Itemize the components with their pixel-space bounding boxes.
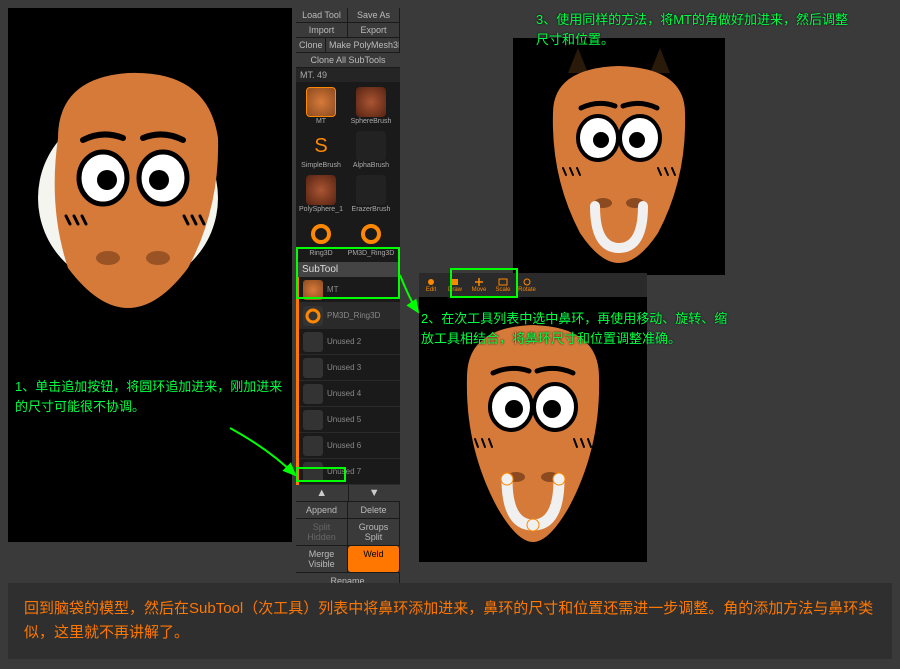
model-name-label: MT. 49 (296, 68, 400, 82)
clone-button[interactable]: Clone (296, 38, 326, 52)
tool-ring3d[interactable]: Ring3D (296, 216, 346, 260)
annotation-2: 2、在次工具列表中选中鼻环，再使用移动、旋转、缩放工具相结合，将鼻环尺寸和位置调… (421, 309, 731, 348)
split-hidden-button[interactable]: Split Hidden (296, 519, 348, 545)
main-viewport[interactable] (8, 8, 292, 542)
tool-erazerbrush[interactable]: ErazerBrush (346, 172, 396, 216)
rotate-mode-button[interactable]: Rotate (516, 275, 538, 295)
subtool-item[interactable]: Unused 7 (299, 459, 400, 485)
weld-button[interactable]: Weld (348, 546, 400, 572)
subtool-actions: ▲▼ AppendDelete Split HiddenGroups Split… (296, 485, 400, 590)
subtool-item[interactable]: Unused 2 (299, 329, 400, 355)
subtool-item[interactable]: Unused 6 (299, 433, 400, 459)
scale-mode-button[interactable]: Scale (492, 275, 514, 295)
tool-polysphere[interactable]: PolySphere_1 (296, 172, 346, 216)
groups-split-button[interactable]: Groups Split (348, 519, 400, 545)
tool-panel: Load ToolSave As ImportExport CloneMake … (296, 8, 400, 548)
export-button[interactable]: Export (348, 23, 400, 37)
load-tool-button[interactable]: Load Tool (296, 8, 348, 22)
gizmo-toolbar: Edit Draw Move Scale Rotate (419, 273, 647, 297)
merge-visible-button[interactable]: Merge Visible (296, 546, 348, 572)
tool-simplebrush[interactable]: SSimpleBrush (296, 128, 346, 172)
annotation-1: 1、单击追加按钮，将圆环追加进来，刚加进来的尺寸可能很不协调。 (15, 377, 295, 416)
tool-mt[interactable]: MT (296, 84, 346, 128)
draw-mode-button[interactable]: Draw (444, 275, 466, 295)
edit-mode-button[interactable]: Edit (420, 275, 442, 295)
clone-all-subtools-button[interactable]: Clone All SubTools (296, 53, 400, 67)
subtool-list: MT PM3D_Ring3D Unused 2 Unused 3 Unused … (296, 277, 400, 485)
tool-pm3d-ring3d[interactable]: PM3D_Ring3D (346, 216, 396, 260)
tool-alphabrush[interactable]: AlphaBrush (346, 128, 396, 172)
save-as-button[interactable]: Save As (348, 8, 400, 22)
subtool-item[interactable]: Unused 4 (299, 381, 400, 407)
move-mode-button[interactable]: Move (468, 275, 490, 295)
preview-viewport-horns[interactable] (513, 38, 725, 275)
annotation-3: 3、使用同样的方法，将MT的角做好加进来，然后调整尺寸和位置。 (536, 10, 856, 49)
subtool-item-mt[interactable]: MT (299, 277, 400, 303)
subtool-item[interactable]: Unused 5 (299, 407, 400, 433)
subtool-item-ring[interactable]: PM3D_Ring3D (299, 303, 400, 329)
subtool-item[interactable]: Unused 3 (299, 355, 400, 381)
append-button[interactable]: Append (296, 502, 348, 518)
delete-button[interactable]: Delete (348, 502, 400, 518)
subtool-header[interactable]: SubTool (296, 262, 400, 277)
make-polymesh-button[interactable]: Make PolyMesh3D (326, 38, 400, 52)
bottom-caption: 回到脑袋的模型，然后在SubTool（次工具）列表中将鼻环添加进来，鼻环的尺寸和… (8, 583, 892, 659)
import-button[interactable]: Import (296, 23, 348, 37)
tool-grid: MT SphereBrush SSimpleBrush AlphaBrush P… (296, 82, 400, 262)
tool-spherebrush[interactable]: SphereBrush (346, 84, 396, 128)
